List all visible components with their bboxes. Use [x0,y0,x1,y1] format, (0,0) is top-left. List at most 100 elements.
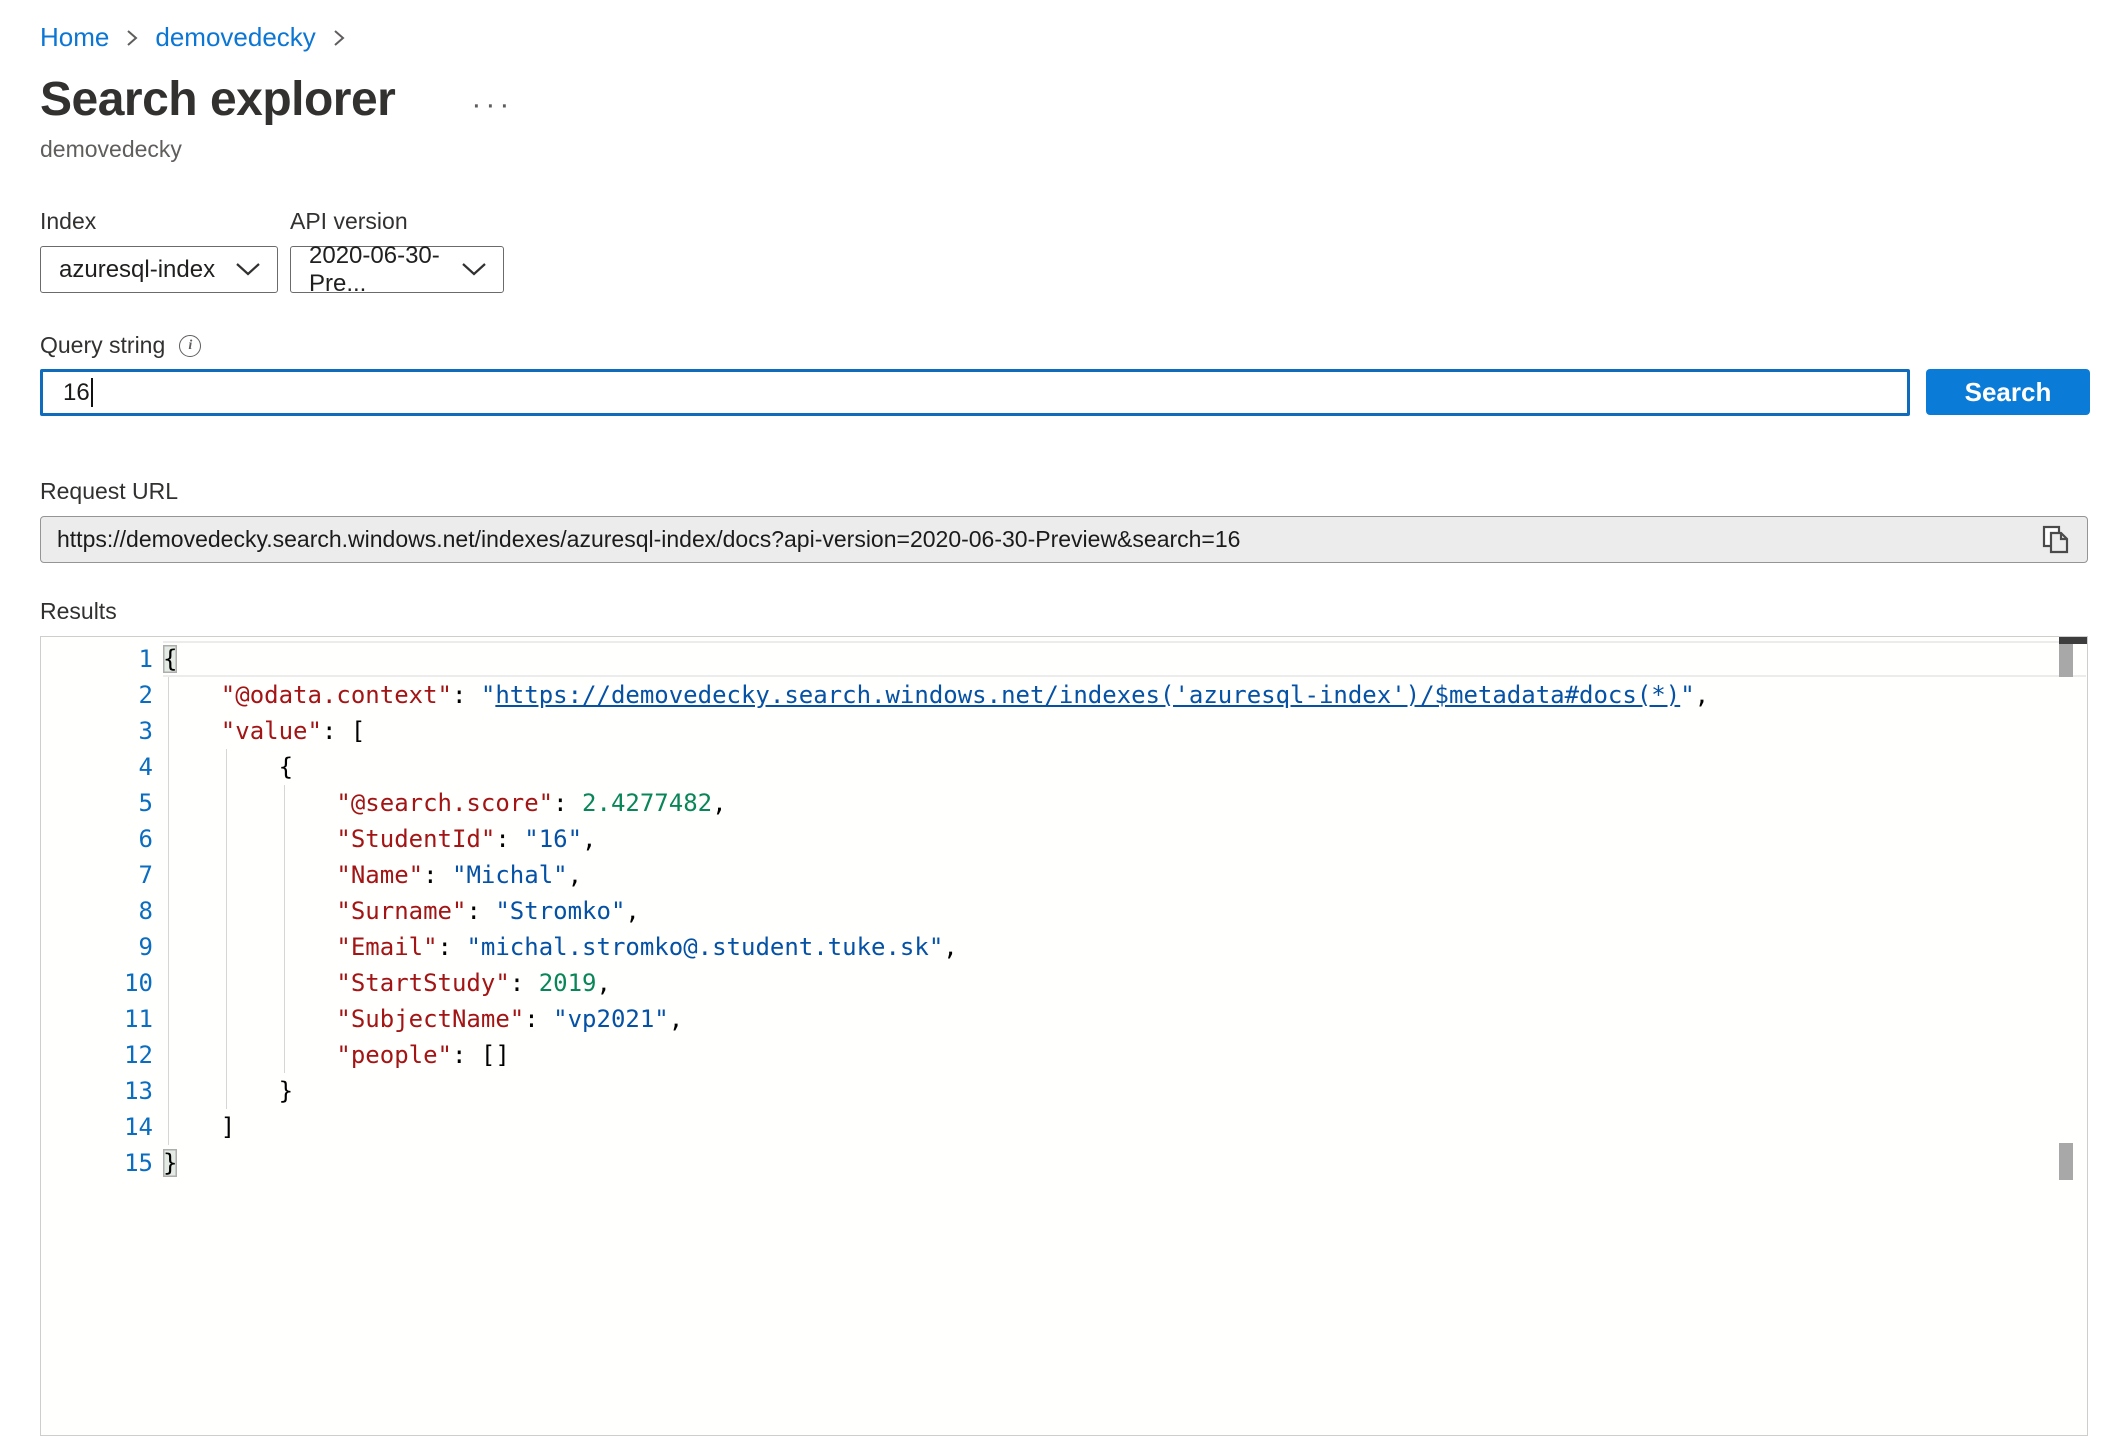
json-token: : [423,861,452,889]
code-line: 3 "value": [ [41,713,2087,749]
code-line-content: "SubjectName": "vp2021", [163,1001,683,1037]
overview-ruler-decoration [2059,637,2087,644]
line-number: 2 [41,677,153,713]
json-token: : [466,897,495,925]
results-json-editor[interactable]: 1{2 "@odata.context": "https://demovedec… [40,636,2088,1436]
copy-icon[interactable] [2039,523,2073,557]
json-token: "Michal" [452,861,568,889]
json-token: " [1680,681,1694,709]
code-line: 8 "Surname": "Stromko", [41,893,2087,929]
index-dropdown[interactable]: azuresql-index [40,246,278,293]
json-token: { [279,753,293,781]
json-token: , [568,861,582,889]
json-token: "vp2021" [553,1005,669,1033]
api-version-dropdown[interactable]: 2020-06-30-Pre... [290,246,504,293]
code-line: 12 "people": [] [41,1037,2087,1073]
page-title: Search explorer [40,72,395,127]
json-token: : [] [452,1041,510,1069]
info-icon[interactable]: i [179,335,201,357]
line-number: 9 [41,929,153,965]
line-number: 13 [41,1073,153,1109]
json-token: "value" [221,717,322,745]
editor-scrollbar-decoration[interactable] [2059,1143,2073,1180]
code-line: 11 "SubjectName": "vp2021", [41,1001,2087,1037]
json-token: "michal.stromko@.student.tuke.sk" [466,933,943,961]
code-line-content: { [163,641,177,677]
code-line-content: "Name": "Michal", [163,857,582,893]
json-token: , [596,969,610,997]
code-line-content: { [163,749,293,785]
text-caret [91,378,93,407]
code-line-content: "@odata.context": "https://demovedecky.s… [163,677,1709,713]
line-number: 6 [41,821,153,857]
chevron-down-icon [235,256,261,284]
line-number: 10 [41,965,153,1001]
json-token: "StartStudy" [336,969,509,997]
json-token: "16" [524,825,582,853]
request-url-label: Request URL [40,478,178,505]
request-url-value[interactable] [57,526,2039,553]
line-number: 12 [41,1037,153,1073]
json-token: } [163,1149,177,1177]
json-token: { [163,645,177,673]
line-number: 4 [41,749,153,785]
line-number: 14 [41,1109,153,1145]
index-dropdown-value: azuresql-index [59,256,215,284]
code-line: 9 "Email": "michal.stromko@.student.tuke… [41,929,2087,965]
code-line-content: } [163,1073,293,1109]
json-token: "@odata.context" [221,681,452,709]
json-token: "@search.score" [336,789,553,817]
query-string-input[interactable] [40,369,1910,416]
line-number: 3 [41,713,153,749]
search-button[interactable]: Search [1926,369,2090,415]
results-editor-lines: 1{2 "@odata.context": "https://demovedec… [41,641,2087,1181]
json-token: "Stromko" [495,897,625,925]
code-line-content: "StartStudy": 2019, [163,965,611,1001]
code-line: 5 "@search.score": 2.4277482, [41,785,2087,821]
json-token: "people" [336,1041,452,1069]
breadcrumb: Home demovedecky [40,22,346,53]
json-token: } [279,1077,293,1105]
api-version-label: API version [290,208,408,235]
json-token: " [481,681,495,709]
chevron-right-icon [332,27,346,49]
json-token: "SubjectName" [336,1005,524,1033]
json-token: 2019 [539,969,597,997]
json-token: : [553,789,582,817]
code-line: 10 "StartStudy": 2019, [41,965,2087,1001]
code-line-content: "people": [] [163,1037,510,1073]
breadcrumb-home-link[interactable]: Home [40,22,109,53]
request-url-box [40,516,2088,563]
editor-vertical-scrollbar-thumb[interactable] [2059,644,2073,677]
code-line: 4 { [41,749,2087,785]
json-token: , [669,1005,683,1033]
code-line: 7 "Name": "Michal", [41,857,2087,893]
json-token: , [625,897,639,925]
line-number: 11 [41,1001,153,1037]
code-line-content: ] [163,1109,235,1145]
more-options-ellipsis-icon[interactable]: ··· [471,78,513,122]
json-token: : [510,969,539,997]
code-line: 15} [41,1145,2087,1181]
breadcrumb-demovedecky-link[interactable]: demovedecky [155,22,315,53]
line-number: 15 [41,1145,153,1181]
index-label: Index [40,208,96,235]
code-line-content: } [163,1145,177,1181]
json-token: "Name" [336,861,423,889]
json-token: : [452,681,481,709]
code-line-content: "Surname": "Stromko", [163,893,640,929]
line-number: 7 [41,857,153,893]
json-url-link[interactable]: https://demovedecky.search.windows.net/i… [495,681,1680,709]
code-line: 14 ] [41,1109,2087,1145]
line-number: 5 [41,785,153,821]
json-token: : [438,933,467,961]
chevron-right-icon [125,27,139,49]
json-token: , [712,789,726,817]
chevron-down-icon [461,256,487,284]
code-line: 2 "@odata.context": "https://demovedecky… [41,677,2087,713]
json-token: : [524,1005,553,1033]
code-line: 1{ [41,641,2087,677]
json-token: : [ [322,717,365,745]
api-version-dropdown-value: 2020-06-30-Pre... [309,242,449,298]
code-line-content: "@search.score": 2.4277482, [163,785,727,821]
